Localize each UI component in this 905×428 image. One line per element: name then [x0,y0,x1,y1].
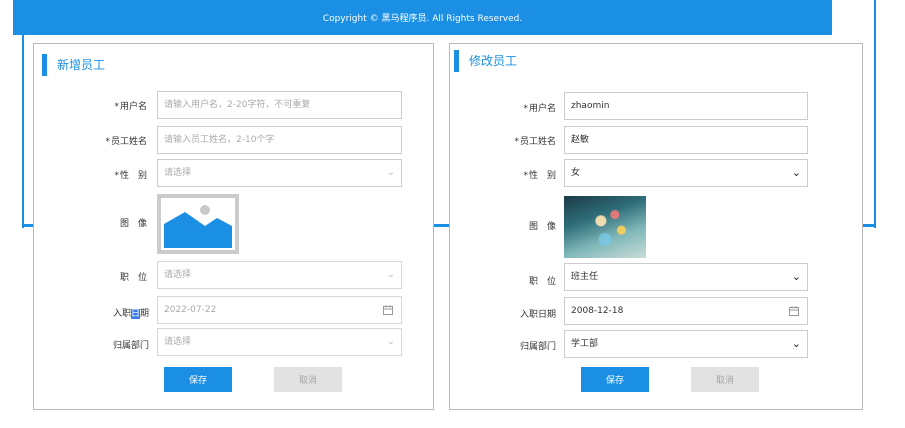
dept-select[interactable]: 学工部 ⌄ [564,330,808,358]
chevron-down-icon: ⌄ [386,269,395,280]
username-label: *用户名 [523,104,556,114]
chevron-down-icon: ⌄ [791,166,801,179]
image-label: 图 像 [119,219,147,229]
position-select[interactable]: 班主任 ⌄ [564,263,808,291]
chevron-down-icon: ⌄ [791,270,801,283]
dept-label: 归属部门 [519,342,556,352]
gender-select[interactable]: 女 ⌄ [564,159,808,187]
copyright-text: Copyright © 黑马程序员. All Rights Reserved. [322,14,523,24]
gender-label: *性 别 [114,171,147,181]
image-upload[interactable] [157,194,239,254]
cancel-button[interactable]: 取消 [691,367,759,392]
chevron-down-icon: ⌄ [386,336,395,347]
username-label: *用户名 [114,102,147,112]
image-placeholder-icon [161,198,235,250]
username-input[interactable]: zhaomin [564,92,808,120]
calendar-icon [383,305,393,315]
position-label: 职 位 [119,273,147,283]
entry-date-label: 入职日期 [112,309,149,319]
chevron-down-icon: ⌄ [791,337,801,350]
image-label: 图 像 [528,222,556,232]
cancel-button[interactable]: 取消 [274,367,342,392]
chevron-down-icon: ⌄ [386,167,395,178]
name-input[interactable]: 请输入员工姓名，2-10个字 [157,126,402,154]
name-label: *员工姓名 [105,137,147,147]
edit-dialog-title: 修改员工 [454,50,517,72]
background-frame-right [874,0,876,228]
gender-select[interactable]: 请选择 ⌄ [157,159,402,187]
entry-date-input[interactable]: 2008-12-18 [564,297,808,325]
save-button[interactable]: 保存 [581,367,649,392]
employee-photo[interactable] [564,196,646,258]
add-employee-dialog: 新增员工 *用户名 请输入用户名，2-20字符，不可重复 *员工姓名 请输入员工… [33,43,434,410]
name-input[interactable]: 赵敏 [564,126,808,154]
footer-bar: Copyright © 黑马程序员. All Rights Reserved. [13,0,832,35]
calendar-icon [789,306,799,316]
entry-date-label: 入职日期 [519,310,556,320]
gender-label: *性 别 [523,171,556,181]
username-input[interactable]: 请输入用户名，2-20字符，不可重复 [157,91,402,119]
entry-date-input[interactable]: 2022-07-22 [157,296,402,324]
save-button[interactable]: 保存 [164,367,232,392]
background-frame-left [22,0,24,228]
name-label: *员工姓名 [514,137,556,147]
dept-label: 归属部门 [112,341,149,351]
position-label: 职 位 [528,277,556,287]
position-select[interactable]: 请选择 ⌄ [157,261,402,289]
dept-select[interactable]: 请选择 ⌄ [157,328,402,356]
add-dialog-title: 新增员工 [42,54,105,76]
edit-employee-dialog: 修改员工 *用户名 zhaomin *员工姓名 赵敏 *性 别 女 ⌄ 图 像 … [449,43,863,410]
